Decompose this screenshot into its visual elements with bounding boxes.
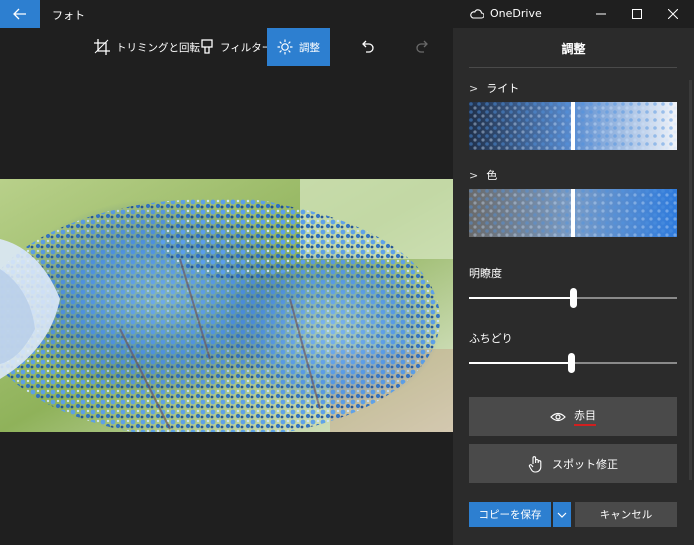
spot-fix-label: スポット修正 [552, 457, 618, 471]
touch-hand-icon [528, 455, 542, 473]
clarity-label: 明瞭度 [469, 267, 502, 280]
onedrive-icon [470, 9, 484, 19]
adjust-tab[interactable]: 調整 [267, 28, 330, 66]
cancel-label: キャンセル [599, 509, 653, 521]
clarity-slider[interactable] [469, 288, 677, 308]
onedrive-label[interactable]: OneDrive [490, 7, 542, 20]
photo-canvas [0, 66, 453, 545]
crop-rotate-button[interactable]: トリミングと回転 [94, 28, 200, 66]
vignette-thumb[interactable] [568, 353, 575, 373]
back-arrow-icon [13, 8, 26, 20]
close-button[interactable] [654, 0, 692, 28]
undo-icon [362, 40, 374, 53]
adjust-label: 調整 [299, 41, 320, 54]
clarity-thumb[interactable] [570, 288, 577, 308]
filter-icon [201, 39, 213, 54]
close-icon [668, 9, 678, 19]
maximize-button[interactable] [618, 0, 656, 28]
title-bar: フォト OneDrive [0, 0, 694, 28]
brightness-icon [277, 39, 293, 55]
filter-button[interactable]: フィルター [200, 28, 272, 66]
spot-fix-button[interactable]: スポット修正 [469, 444, 677, 483]
panel-scrollbar[interactable] [689, 80, 692, 480]
color-label: 色 [486, 169, 498, 182]
chevron-down-icon [557, 512, 567, 518]
redeye-label: 赤目 [574, 407, 596, 426]
save-options-dropdown[interactable] [553, 502, 571, 527]
redo-button[interactable] [416, 28, 436, 66]
photo-preview[interactable] [0, 179, 453, 432]
save-copy-label: コピーを保存 [478, 509, 542, 521]
chevron-right-icon: > [469, 168, 479, 182]
panel-title: 調整 [561, 42, 586, 56]
adjust-panel: 調整 > ライト > 色 明瞭度 ふちどり 赤目 スポット修正 コピーを保存 キ… [453, 28, 694, 545]
color-strip-slider[interactable] [469, 189, 677, 237]
crop-rotate-label: トリミングと回転 [116, 41, 200, 54]
panel-divider [469, 67, 677, 68]
light-strip-handle[interactable] [571, 102, 575, 150]
filter-label: フィルター [220, 41, 273, 54]
clarity-fill [469, 297, 573, 299]
redo-icon [416, 40, 428, 53]
light-strip-slider[interactable] [469, 102, 677, 150]
minimize-button[interactable] [582, 0, 620, 28]
maximize-icon [632, 9, 642, 19]
vignette-label: ふちどり [469, 332, 513, 345]
save-copy-button[interactable]: コピーを保存 [469, 502, 551, 527]
color-strip-handle[interactable] [571, 189, 575, 237]
crop-rotate-icon [94, 39, 110, 55]
edit-toolbar: トリミングと回転 フィルター 調整 [0, 28, 453, 66]
eye-icon [550, 412, 566, 421]
hydrangea-photo [0, 179, 453, 432]
app-title: フォト [52, 9, 85, 22]
redeye-button[interactable]: 赤目 [469, 397, 677, 436]
vignette-slider[interactable] [469, 353, 677, 373]
cancel-button[interactable]: キャンセル [575, 502, 677, 527]
chevron-right-icon: > [469, 81, 479, 95]
back-button[interactable] [0, 0, 40, 28]
vignette-track-rest [571, 362, 677, 364]
clarity-track-rest [573, 297, 677, 299]
light-section-toggle[interactable]: > ライト [469, 80, 519, 96]
undo-button[interactable] [360, 28, 380, 66]
light-label: ライト [486, 82, 520, 95]
vignette-fill [469, 362, 571, 364]
color-section-toggle[interactable]: > 色 [469, 167, 497, 183]
minimize-icon [596, 13, 606, 15]
